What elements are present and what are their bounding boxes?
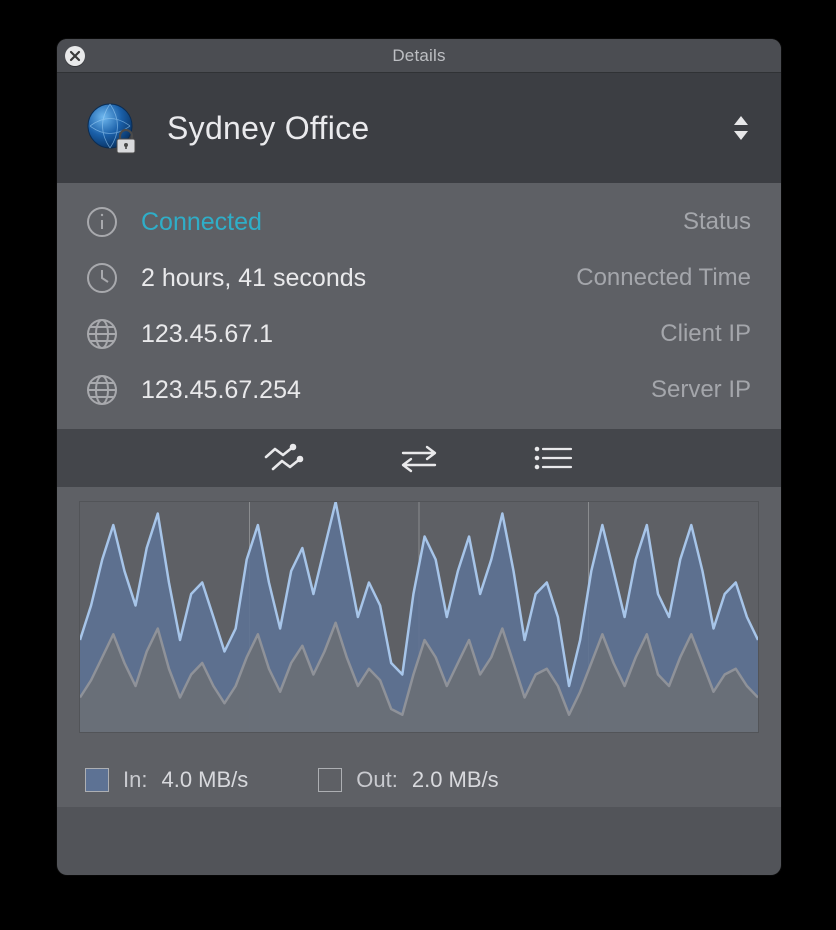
tab-transfer[interactable] [397, 443, 441, 473]
view-tabbar [57, 429, 781, 487]
info-icon [85, 205, 119, 239]
details-window: Details [57, 39, 781, 875]
chevron-down-icon [734, 131, 748, 140]
connected-time-value: 2 hours, 41 seconds [141, 264, 554, 293]
throughput-graph [79, 501, 759, 733]
legend-out: Out: 2.0 MB/s [318, 767, 498, 793]
server-ip-row: 123.45.67.254 Server IP [85, 373, 751, 407]
tab-log[interactable] [531, 443, 575, 473]
connection-selector-row: Sydney Office [57, 73, 781, 183]
globe-icon [85, 373, 119, 407]
status-row: Connected Status [85, 205, 751, 239]
legend-out-swatch [318, 768, 342, 792]
vpn-globe-icon [85, 101, 139, 155]
legend-in-value: 4.0 MB/s [161, 767, 248, 793]
connected-time-label: Connected Time [576, 264, 751, 292]
legend-in-swatch [85, 768, 109, 792]
details-list: Connected Status 2 hours, 41 seconds Con… [57, 183, 781, 429]
legend-out-value: 2.0 MB/s [412, 767, 499, 793]
legend-out-label: Out: [356, 767, 398, 793]
status-value: Connected [141, 208, 661, 237]
close-button[interactable] [65, 46, 85, 66]
legend-in: In: 4.0 MB/s [85, 767, 248, 793]
status-label: Status [683, 208, 751, 236]
window-title: Details [392, 46, 445, 66]
server-ip-label: Server IP [651, 376, 751, 404]
legend-in-label: In: [123, 767, 147, 793]
server-ip-value: 123.45.67.254 [141, 376, 629, 405]
connected-time-row: 2 hours, 41 seconds Connected Time [85, 261, 751, 295]
clock-icon [85, 261, 119, 295]
connection-stepper[interactable] [729, 116, 753, 140]
tab-graph[interactable] [263, 443, 307, 473]
graph-legend: In: 4.0 MB/s Out: 2.0 MB/s [57, 733, 781, 807]
close-icon [69, 50, 81, 62]
graph-panel [57, 487, 781, 733]
client-ip-value: 123.45.67.1 [141, 320, 638, 349]
connection-name: Sydney Office [167, 110, 701, 147]
client-ip-row: 123.45.67.1 Client IP [85, 317, 751, 351]
globe-icon [85, 317, 119, 351]
chevron-up-icon [734, 116, 748, 125]
client-ip-label: Client IP [660, 320, 751, 348]
titlebar: Details [57, 39, 781, 73]
